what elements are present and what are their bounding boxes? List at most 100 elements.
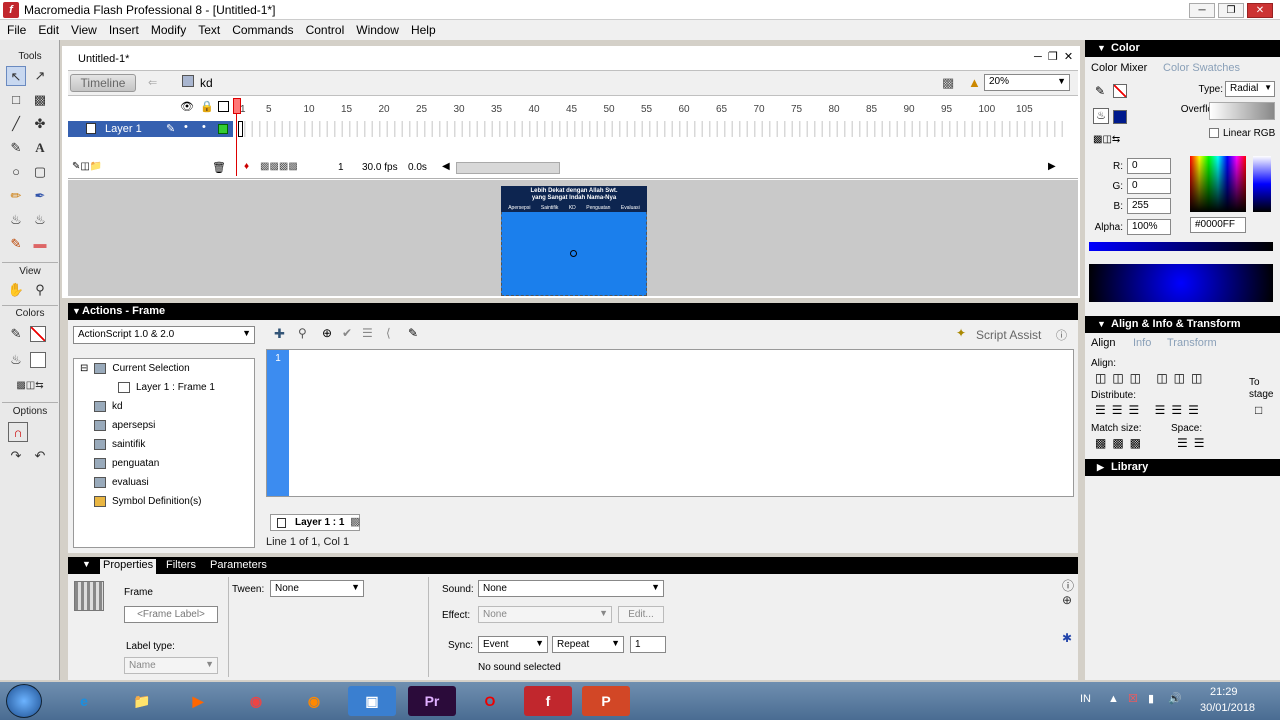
tab-color-swatches[interactable]: Color Swatches <box>1163 62 1240 74</box>
zoom-tool-icon[interactable]: ⚲ <box>30 280 50 300</box>
fill-color-icon[interactable]: ♨ <box>6 350 26 370</box>
start-button[interactable] <box>6 684 42 718</box>
menu-edit[interactable]: Edit <box>31 20 64 37</box>
edit-scene-icon[interactable]: ▩ <box>942 75 954 91</box>
pen-tool-icon[interactable]: ✎ <box>6 138 26 158</box>
ie-icon[interactable]: e <box>60 686 108 716</box>
restore-button[interactable]: ❐ <box>1218 3 1244 18</box>
layer-name[interactable]: Layer 1 <box>105 123 142 135</box>
library-panel-title[interactable]: Library <box>1085 459 1280 476</box>
insert-layer-icons[interactable]: ✎◫📁 <box>72 161 102 172</box>
network-icon[interactable]: ☒ <box>1128 692 1138 705</box>
powerpoint-icon[interactable]: P <box>582 686 630 716</box>
help-icon[interactable]: ⓘ <box>1062 577 1074 594</box>
chrome-icon[interactable]: ◉ <box>232 686 280 716</box>
tree-item-kd[interactable]: kd <box>94 401 123 412</box>
fill-type-select[interactable]: Radial ▼ <box>1225 81 1275 97</box>
find-icon[interactable]: ⚲ <box>298 326 307 340</box>
fill-color-icon[interactable]: ♨ <box>1093 108 1109 124</box>
selection-tool-icon[interactable]: ↖ <box>6 66 26 86</box>
eyedropper-tool-icon[interactable]: ✎ <box>6 234 26 254</box>
brightness-slider[interactable] <box>1253 156 1271 212</box>
stroke-color-swatch[interactable] <box>30 326 46 342</box>
actions-title[interactable]: Actions - Frame <box>68 303 1078 320</box>
align-panel-title[interactable]: Align & Info & Transform <box>1085 316 1280 333</box>
check-syntax-icon[interactable]: ✔ <box>342 326 352 340</box>
gradient-bar[interactable] <box>1089 242 1273 251</box>
layer-visible-dot[interactable]: • <box>184 121 188 133</box>
to-stage-button[interactable]: □ <box>1255 403 1262 417</box>
hex-input[interactable]: #0000FF <box>1190 217 1246 233</box>
pencil-tool-icon[interactable]: ✏ <box>6 186 26 206</box>
red-input[interactable]: 0 <box>1127 158 1171 174</box>
stage-nav-item[interactable]: KD <box>569 205 576 211</box>
menu-modify[interactable]: Modify <box>144 20 191 37</box>
stroke-color-icon[interactable]: ✎ <box>1095 84 1105 98</box>
space-buttons-icons[interactable]: ☰☰ <box>1177 436 1211 450</box>
tab-info[interactable]: Info <box>1133 337 1151 349</box>
tab-transform[interactable]: Transform <box>1167 337 1217 349</box>
layer-lock-dot[interactable]: • <box>202 121 206 133</box>
code-hint-icon[interactable]: ⟨ <box>386 326 391 340</box>
blue-input[interactable]: 255 <box>1127 198 1171 214</box>
accessibility-icon[interactable]: ✱ <box>1062 631 1072 645</box>
center-frame-icon[interactable]: ♦ <box>244 161 249 172</box>
lock-icon[interactable]: 🔒 <box>200 100 214 113</box>
tray-arrow-icon[interactable]: ▲ <box>1108 693 1119 705</box>
minimize-button[interactable]: ─ <box>1189 3 1215 18</box>
menu-text[interactable]: Text <box>191 20 225 37</box>
script-editor[interactable]: 1 <box>266 349 1074 497</box>
text-tool-icon[interactable]: A <box>30 138 50 158</box>
tree-item-saintifik[interactable]: saintifik <box>94 439 145 450</box>
tab-properties[interactable]: Properties <box>100 559 157 574</box>
menu-commands[interactable]: Commands <box>225 20 298 37</box>
menu-help[interactable]: Help <box>404 20 441 37</box>
volume-icon[interactable]: 🔊 <box>1168 692 1182 705</box>
line-tool-icon[interactable]: ╱ <box>6 114 26 134</box>
document-tab[interactable]: Untitled-1* <box>70 50 152 68</box>
script-assist-button[interactable]: Script Assist <box>976 328 1041 342</box>
menu-window[interactable]: Window <box>349 20 404 37</box>
hand-tool-icon[interactable]: ✋ <box>6 280 26 300</box>
tween-select[interactable]: None ▼ <box>270 580 364 597</box>
repeat-select[interactable]: Repeat ▼ <box>552 636 624 653</box>
scroll-left-icon[interactable]: ◀ <box>442 161 450 172</box>
ink-bottle-tool-icon[interactable]: ♨ <box>6 210 26 230</box>
language-indicator[interactable]: IN <box>1080 693 1091 705</box>
distribute-buttons-icons[interactable]: ☰☰☰ ☰☰☰ <box>1095 403 1205 417</box>
scroll-right-icon[interactable]: ▶ <box>1048 161 1056 172</box>
help-icon[interactable]: ⓘ <box>1056 327 1067 343</box>
tree-layer-frame[interactable]: Layer 1 : Frame 1 <box>118 382 215 393</box>
menu-view[interactable]: View <box>64 20 102 37</box>
edit-symbols-icon[interactable]: ▲ <box>968 75 981 90</box>
pin-script-icon[interactable]: ▩ <box>350 515 360 528</box>
effect-select[interactable]: None ▼ <box>478 606 612 623</box>
timeline-toggle-button[interactable]: Timeline <box>70 74 136 92</box>
sync-select[interactable]: Event ▼ <box>478 636 548 653</box>
tree-item-apersepsi[interactable]: apersepsi <box>94 420 155 431</box>
tab-filters[interactable]: Filters <box>166 559 196 571</box>
add-script-icon[interactable]: ✚ <box>274 326 285 342</box>
timeline-scrollbar-thumb[interactable] <box>456 162 560 174</box>
stroke-color-icon[interactable]: ✎ <box>6 324 26 344</box>
stage-nav-item[interactable]: Apersepsi <box>508 205 530 211</box>
tree-current-selection[interactable]: ⊟ Current Selection <box>80 363 190 374</box>
color-panel-title[interactable]: Color <box>1085 40 1280 57</box>
tree-item-evaluasi[interactable]: evaluasi <box>94 477 149 488</box>
signal-icon[interactable]: ▮ <box>1148 692 1154 705</box>
back-arrow-icon[interactable]: ⇐ <box>148 76 157 89</box>
stage-nav-item[interactable]: Evaluasi <box>621 205 640 211</box>
linear-rgb-checkbox[interactable] <box>1209 128 1219 138</box>
fill-color-swatch[interactable] <box>30 352 46 368</box>
stage-nav-item[interactable]: Penguatan <box>586 205 610 211</box>
smooth-icon[interactable]: ↷ <box>6 446 26 466</box>
frame-area[interactable]: 1 5 10 15 20 25 30 35 40 45 50 55 60 65 70 75 80 85 90 95 10… <box>238 97 1063 157</box>
repeat-count-input[interactable]: 1 <box>630 636 666 653</box>
actionscript-version-select[interactable]: ActionScript 1.0 & 2.0 ▼ <box>73 326 255 344</box>
oval-tool-icon[interactable]: ○ <box>6 162 26 182</box>
swap-colors-icons[interactable]: ▩◫⇆ <box>1093 134 1120 145</box>
snipping-tool-icon[interactable]: ▣ <box>348 686 396 716</box>
outline-icon[interactable] <box>218 101 229 112</box>
zoom-select[interactable]: 20% ▼ <box>984 74 1070 91</box>
subselection-tool-icon[interactable]: ↗ <box>30 66 50 86</box>
